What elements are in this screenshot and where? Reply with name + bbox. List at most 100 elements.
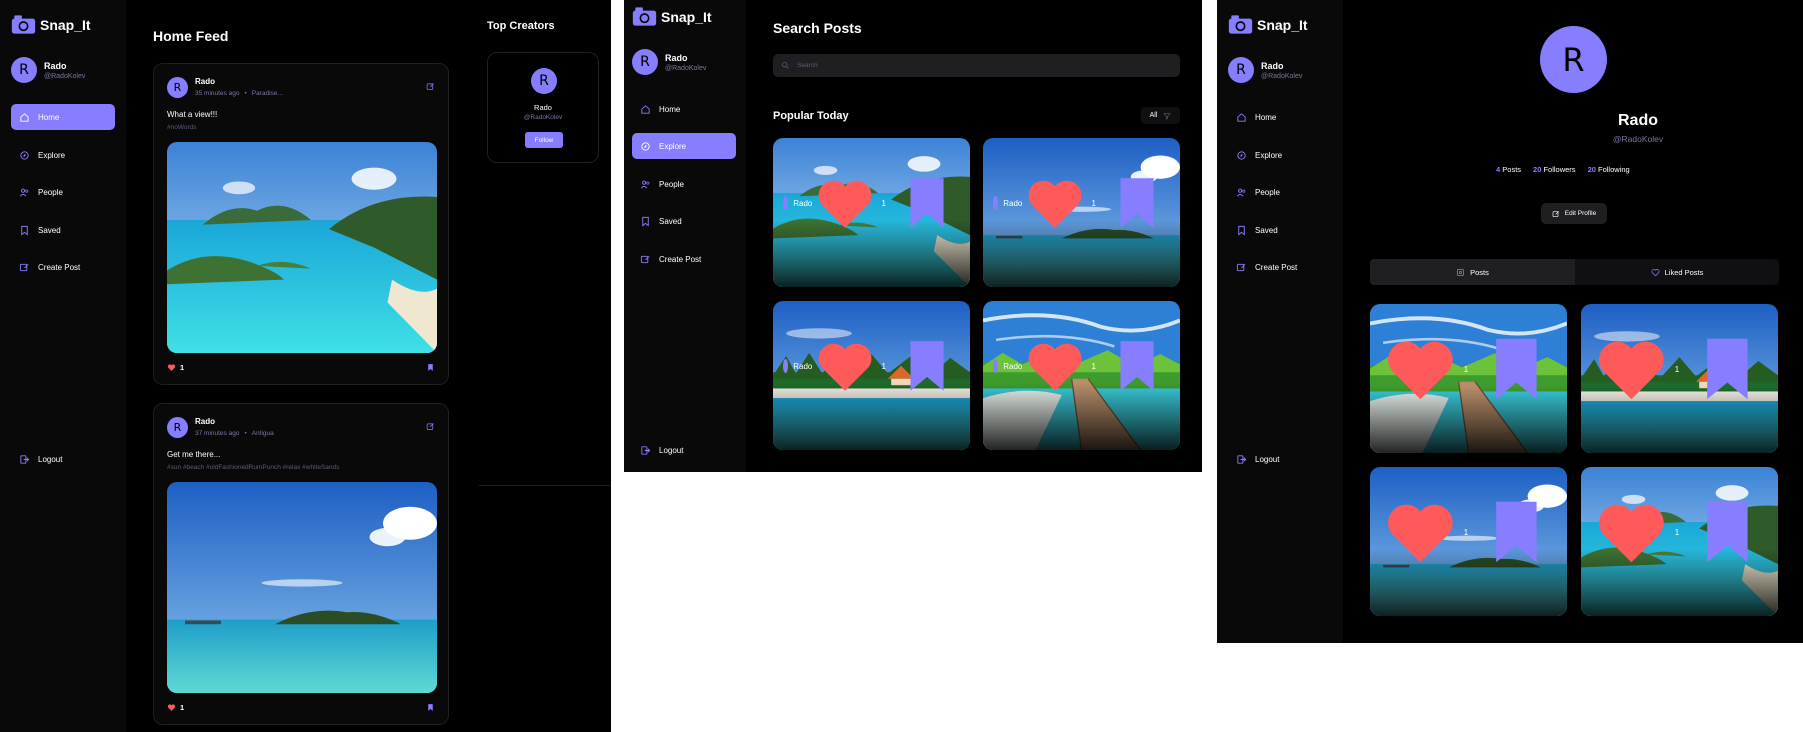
filter-dropdown[interactable]: All [1141,107,1180,124]
heart-icon[interactable] [812,138,878,278]
post-meta: 35 minutes ago • Paradise... [195,90,283,97]
sidebar-item-create-post[interactable]: Create Post [11,254,115,280]
sidebar-item-people[interactable]: People [11,179,115,205]
heart-icon[interactable] [1591,467,1672,607]
profile-screen: Snap_It R Rado @RadoKolev Home Explore P… [1217,0,1803,643]
bookmark-icon[interactable] [894,301,960,441]
app-logo[interactable]: Snap_It [11,14,91,35]
heart-icon[interactable] [167,703,176,712]
user-handle: @RadoKolev [665,64,707,72]
sidebar-item-saved[interactable]: Saved [11,217,115,243]
sidebar-user[interactable]: R Rado @RadoKolev [11,57,85,83]
grid-post[interactable]: Rado 1 [983,301,1180,450]
bookmark-icon[interactable] [1476,304,1557,444]
sidebar-item-label: Home [659,104,681,114]
post-card: R Rado 37 minutes ago • Antigua Get me the… [153,403,449,725]
heart-icon[interactable] [1380,304,1461,444]
avatar[interactable] [783,359,789,373]
stat-value: 20 [1587,165,1596,174]
heart-icon[interactable] [167,363,176,372]
grid-post[interactable]: Rado 1 [773,138,970,287]
create-post-icon [640,254,651,265]
avatar[interactable]: R [167,77,188,98]
logout-button[interactable]: Logout [632,437,736,463]
sidebar-item-people[interactable]: People [1228,179,1332,205]
sidebar-user[interactable]: R Rado @RadoKolev [1228,57,1302,83]
sidebar-item-create-post[interactable]: Create Post [1228,254,1332,280]
post-author[interactable]: Rado [793,199,812,208]
logout-button[interactable]: Logout [11,446,115,472]
bookmark-icon[interactable] [1687,467,1768,607]
sidebar-item-people[interactable]: People [632,171,736,197]
edit-icon[interactable] [426,422,435,431]
sidebar-item-explore[interactable]: Explore [1228,142,1332,168]
stat-followers[interactable]: 20 Followers [1533,165,1576,174]
app-name: Snap_It [661,8,712,25]
sidebar-item-explore[interactable]: Explore [11,142,115,168]
heart-icon[interactable] [1380,467,1461,607]
user-name: Rado [1261,60,1284,71]
post-author[interactable]: Rado [195,417,215,426]
grid-post[interactable]: 1 [1370,467,1567,616]
heart-icon[interactable] [1022,301,1088,441]
sidebar-item-home[interactable]: Home [632,96,736,122]
bookmark-icon[interactable] [1104,301,1170,441]
edit-profile-button[interactable]: Edit Profile [1541,203,1607,224]
grid-post-meta: Rado 1 [783,138,960,278]
sidebar-item-home[interactable]: Home [11,104,115,130]
grid-post-meta: Rado 1 [783,301,960,441]
avatar: R [531,68,557,94]
sidebar-user[interactable]: R Rado @RadoKolev [632,49,706,75]
grid-post[interactable]: Rado 1 [773,301,970,450]
avatar: R [632,49,658,75]
bookmark-icon[interactable] [1687,304,1768,444]
sidebar-item-label: Saved [38,225,61,235]
post-image[interactable] [167,482,437,693]
bookmark-icon[interactable] [894,138,960,278]
tab-label: Liked Posts [1664,267,1704,277]
app-logo[interactable]: Snap_It [632,6,712,27]
creator-card[interactable]: R Rado @RadoKolev Follow [487,52,599,163]
bookmark-icon[interactable] [1104,138,1170,278]
heart-icon[interactable] [812,301,878,441]
sidebar-item-saved[interactable]: Saved [1228,217,1332,243]
post-author[interactable]: Rado [793,362,812,371]
filter-label: All [1149,112,1158,119]
avatar[interactable] [993,359,999,373]
avatar[interactable] [783,196,789,210]
bookmark-icon[interactable] [426,703,435,712]
user-name: Rado [44,60,67,71]
search-input[interactable]: Search [773,54,1180,77]
post-author[interactable]: Rado [195,77,215,86]
logout-icon [1236,454,1247,465]
sidebar: Snap_It R Rado @RadoKolev Home Explore P… [1217,0,1343,643]
bookmark-icon[interactable] [1476,467,1557,607]
grid-post-meta: 1 [1591,304,1768,444]
app-logo[interactable]: Snap_It [1228,14,1308,35]
grid-post[interactable]: 1 [1581,467,1778,616]
sidebar-item-explore[interactable]: Explore [632,133,736,159]
avatar[interactable] [993,196,999,210]
grid-post-meta: 1 [1380,467,1557,607]
heart-icon[interactable] [1022,138,1088,278]
grid-post[interactable]: 1 [1581,304,1778,453]
sidebar-item-saved[interactable]: Saved [632,208,736,234]
avatar[interactable]: R [167,417,188,438]
heart-icon[interactable] [1591,304,1672,444]
sidebar-item-label: Create Post [38,262,81,272]
post-image[interactable] [167,142,437,353]
stat-following[interactable]: 20 Following [1588,165,1630,174]
post-author[interactable]: Rado [1003,199,1022,208]
edit-icon[interactable] [426,82,435,91]
stat-posts[interactable]: 4 Posts [1496,165,1521,174]
tab-posts[interactable]: Posts [1370,259,1575,285]
grid-post[interactable]: Rado 1 [983,138,1180,287]
like-count: 1 [881,198,886,208]
grid-post[interactable]: 1 [1370,304,1567,453]
tab-liked-posts[interactable]: Liked Posts [1575,259,1779,285]
follow-button[interactable]: Follow [525,132,563,148]
logout-button[interactable]: Logout [1228,446,1332,472]
bookmark-icon[interactable] [426,363,435,372]
post-author[interactable]: Rado [1003,362,1022,371]
sidebar-item-create-post[interactable]: Create Post [632,246,736,272]
